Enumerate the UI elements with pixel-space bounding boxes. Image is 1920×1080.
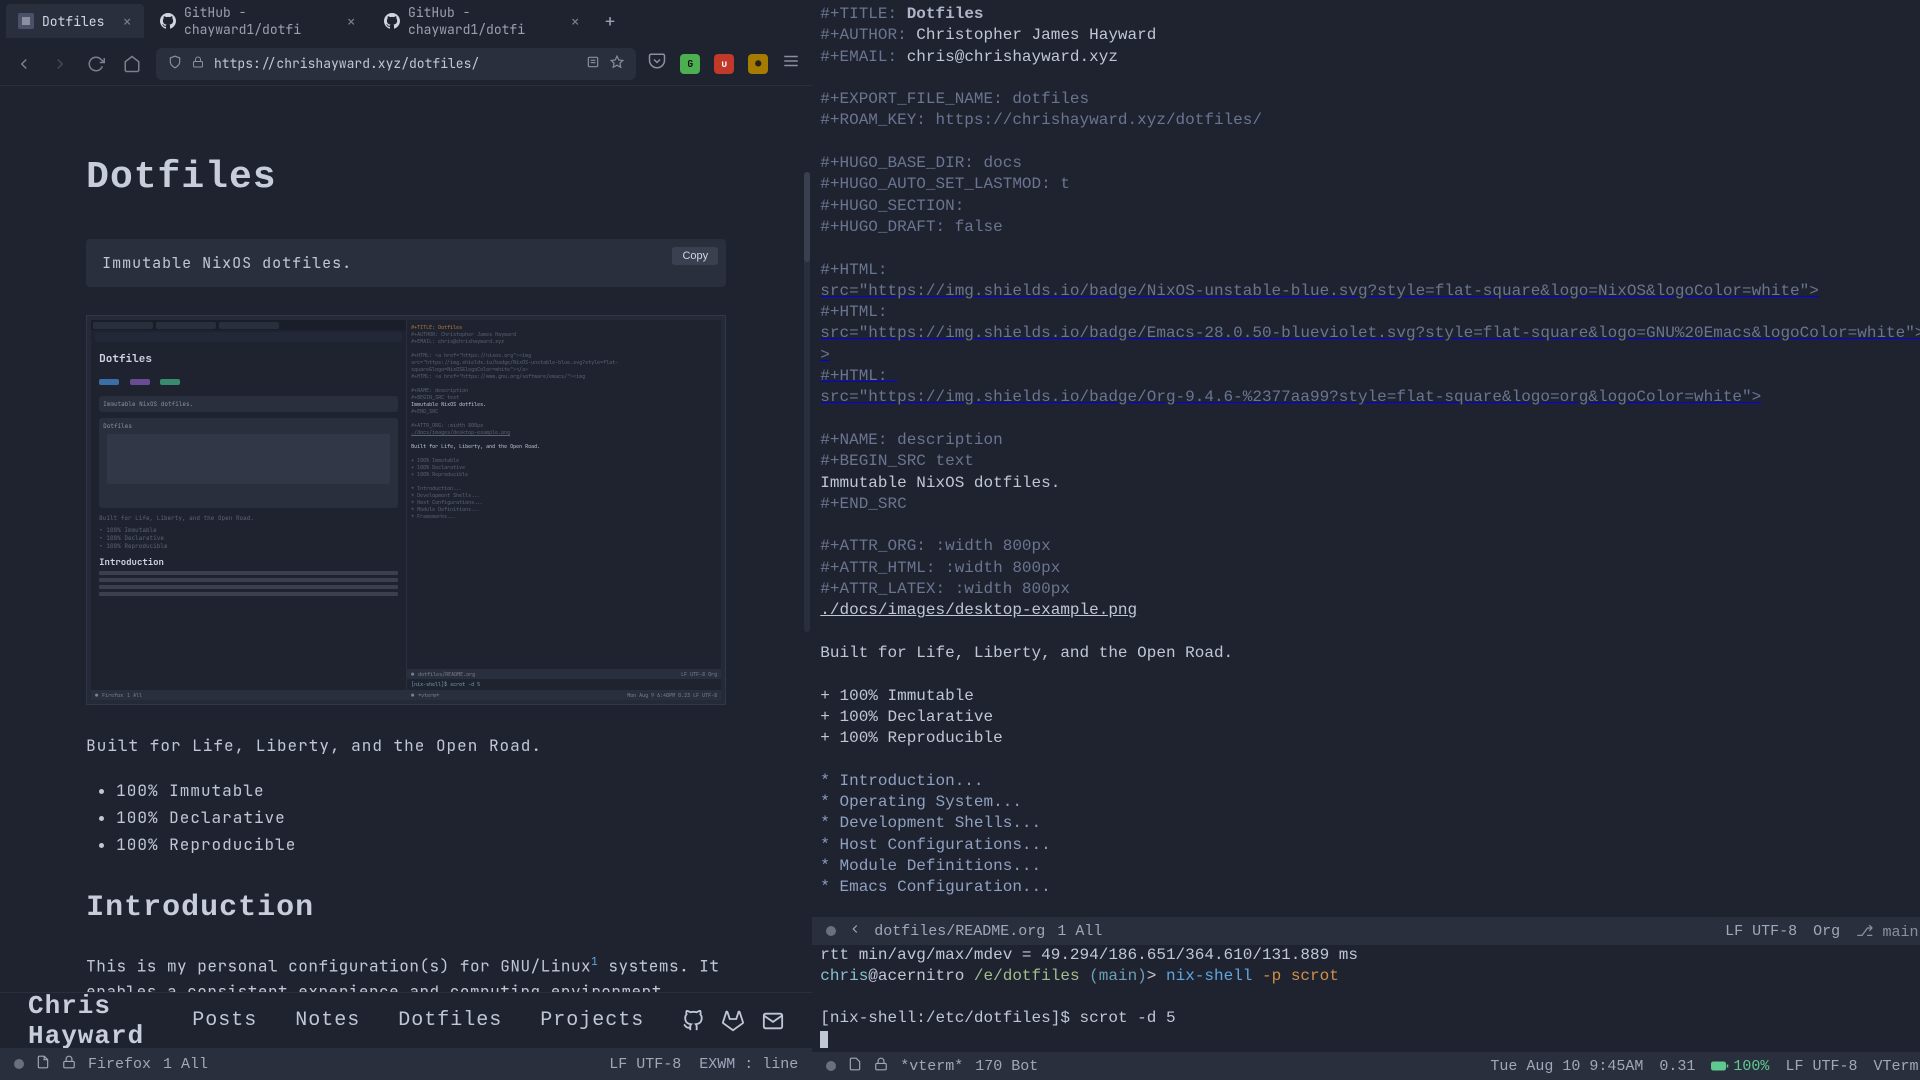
github-icon bbox=[160, 13, 176, 29]
ublock-icon[interactable]: u bbox=[714, 54, 734, 74]
nav-projects[interactable]: Projects bbox=[540, 1009, 644, 1032]
close-icon[interactable]: × bbox=[570, 11, 580, 32]
clock: Tue Aug 10 9:45AM bbox=[1490, 1058, 1643, 1075]
encoding: LF UTF-8 bbox=[609, 1056, 681, 1073]
close-icon[interactable]: × bbox=[122, 11, 132, 32]
terminal-line bbox=[820, 987, 1920, 1008]
buffer-name: Firefox bbox=[88, 1056, 151, 1073]
lock-icon bbox=[62, 1055, 76, 1074]
new-tab-button[interactable]: + bbox=[596, 7, 624, 35]
tab-dotfiles[interactable]: Dotfiles × bbox=[6, 4, 144, 38]
url-text: https://chrishayward.xyz/dotfiles/ bbox=[214, 55, 479, 72]
buffer-position: 170 Bot bbox=[975, 1058, 1038, 1075]
forward-button[interactable] bbox=[48, 52, 72, 76]
mail-icon[interactable] bbox=[762, 1010, 784, 1032]
editor-buffer[interactable]: #+TITLE: Dotfiles #+AUTHOR: Christopher … bbox=[812, 0, 1920, 917]
right-modeline: *vterm* 170 Bot Tue Aug 10 9:45AM 0.31 1… bbox=[812, 1052, 1920, 1080]
terminal-cursor-line bbox=[820, 1029, 1920, 1050]
brand[interactable]: Chris Hayward bbox=[28, 991, 144, 1051]
nav-notes[interactable]: Notes bbox=[295, 1009, 360, 1032]
code-block: Immutable NixOS dotfiles. Copy bbox=[86, 239, 726, 287]
major-mode: EXWM : line bbox=[699, 1056, 798, 1073]
lock-icon bbox=[192, 55, 204, 72]
tab-label: GitHub - chayward1/dotfi bbox=[408, 4, 552, 38]
nav-dotfiles[interactable]: Dotfiles bbox=[398, 1009, 502, 1032]
terminal-line: rtt min/avg/max/mdev = 49.294/186.651/36… bbox=[820, 945, 1920, 966]
reload-button[interactable] bbox=[84, 52, 108, 76]
major-mode: Org bbox=[1813, 923, 1840, 940]
nav-posts[interactable]: Posts bbox=[192, 1009, 257, 1032]
list-item: 100% Declarative bbox=[116, 807, 726, 828]
major-mode: VTerm bbox=[1873, 1058, 1918, 1075]
lock-icon bbox=[874, 1057, 888, 1076]
terminal-line: chris@acernitro /e/dotfiles (main)> nix-… bbox=[820, 966, 1920, 987]
site-nav: Chris Hayward Posts Notes Dotfiles Proje… bbox=[0, 992, 812, 1048]
list-item: 100% Immutable bbox=[116, 780, 726, 801]
gitlab-icon[interactable] bbox=[722, 1010, 744, 1032]
tab-github-1[interactable]: GitHub - chayward1/dotfi × bbox=[148, 4, 368, 38]
url-toolbar: https://chrishayward.xyz/dotfiles/ G u ● bbox=[0, 42, 812, 86]
pocket-icon[interactable] bbox=[648, 52, 666, 75]
copy-button[interactable]: Copy bbox=[672, 247, 718, 265]
buffer-position: 1 All bbox=[1057, 923, 1102, 940]
bookmark-icon[interactable] bbox=[610, 55, 624, 73]
code-text: Immutable NixOS dotfiles. bbox=[102, 253, 352, 273]
reader-icon[interactable] bbox=[586, 55, 600, 73]
feature-list: 100% Immutable 100% Declarative 100% Rep… bbox=[86, 780, 726, 855]
tab-label: GitHub - chayward1/dotfi bbox=[184, 4, 328, 38]
extension-icon-2[interactable]: ● bbox=[748, 54, 768, 74]
status-dot-icon bbox=[826, 1061, 836, 1071]
desktop-screenshot: Dotfiles Immutable NixOS dotfiles. Dotfi… bbox=[86, 315, 726, 705]
terminal[interactable]: rtt min/avg/max/mdev = 49.294/186.651/36… bbox=[812, 945, 1920, 1052]
menu-icon[interactable] bbox=[782, 52, 800, 75]
file-icon bbox=[36, 1055, 50, 1074]
tagline: Built for Life, Liberty, and the Open Ro… bbox=[86, 735, 726, 756]
back-icon bbox=[848, 922, 862, 941]
left-modeline: Firefox 1 All LF UTF-8 EXWM : line bbox=[0, 1048, 812, 1080]
browser-tab-strip: Dotfiles × GitHub - chayward1/dotfi × Gi… bbox=[0, 0, 812, 42]
intro-heading: Introduction bbox=[86, 891, 726, 925]
tab-github-2[interactable]: GitHub - chayward1/dotfi × bbox=[372, 4, 592, 38]
list-item: 100% Reproducible bbox=[116, 834, 726, 855]
close-icon[interactable]: × bbox=[346, 11, 356, 32]
home-button[interactable] bbox=[120, 52, 144, 76]
file-icon bbox=[848, 1057, 862, 1076]
github-icon[interactable] bbox=[682, 1010, 704, 1032]
load-avg: 0.31 bbox=[1659, 1058, 1695, 1075]
favicon-icon bbox=[18, 13, 34, 29]
terminal-line: [nix-shell:/etc/dotfiles]$ scrot -d 5 bbox=[820, 1008, 1920, 1029]
back-button[interactable] bbox=[12, 52, 36, 76]
encoding: LF UTF-8 bbox=[1725, 923, 1797, 940]
editor-modeline: dotfiles/README.org 1 All LF UTF-8 Org ⎇… bbox=[812, 917, 1920, 945]
encoding: LF UTF-8 bbox=[1785, 1058, 1857, 1075]
page-title: Dotfiles bbox=[86, 156, 726, 199]
url-input[interactable]: https://chrishayward.xyz/dotfiles/ bbox=[156, 48, 636, 80]
shield-icon bbox=[168, 55, 182, 73]
git-branch: ⎇ main bbox=[1856, 922, 1918, 941]
buffer-name: *vterm* bbox=[900, 1058, 963, 1075]
tab-label: Dotfiles bbox=[42, 13, 104, 30]
battery-indicator: 100% bbox=[1711, 1058, 1769, 1075]
status-dot-icon bbox=[14, 1059, 24, 1069]
buffer-position: 1 All bbox=[163, 1056, 208, 1073]
extension-icon[interactable]: G bbox=[680, 54, 700, 74]
github-icon bbox=[384, 13, 400, 29]
intro-paragraph: This is my personal configuration(s) for… bbox=[86, 949, 726, 992]
status-dot-icon bbox=[826, 926, 836, 936]
buffer-path: dotfiles/README.org bbox=[874, 923, 1045, 940]
